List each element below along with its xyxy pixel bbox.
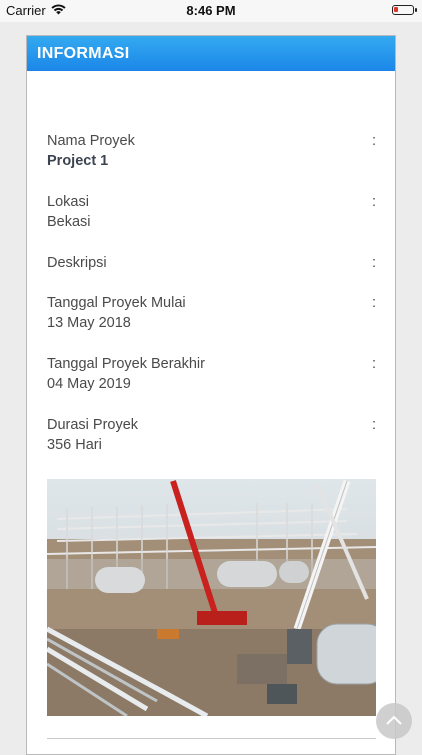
field-location: Lokasi : Bekasi [47,192,377,233]
field-colon: : [371,417,376,433]
battery-level [394,7,398,12]
field-start-date: Tanggal Proyek Mulai : 13 May 2018 [47,293,377,334]
info-card: INFORMASI Nama Proyek : Project 1 Lokasi… [26,35,396,755]
card-header: INFORMASI [27,36,395,71]
project-photo [47,479,376,716]
field-value: 13 May 2018 [47,315,131,331]
field-colon: : [371,133,376,149]
field-value: Bekasi [47,214,91,230]
field-end-date: Tanggal Proyek Berakhir : 04 May 2019 [47,354,377,395]
field-value: Project 1 [47,153,109,169]
field-duration: Durasi Proyek : 356 Hari [47,415,377,456]
field-label: Tanggal Proyek Mulai [47,295,186,311]
scroll-to-top-button[interactable] [376,703,412,739]
status-bar: Carrier 8:46 PM [0,0,422,22]
field-label: Tanggal Proyek Berakhir [47,356,205,372]
info-fields: Nama Proyek : Project 1 Lokasi : Bekasi … [47,131,377,476]
field-project-name: Nama Proyek : Project 1 [47,131,377,172]
field-description: Deskripsi : [47,253,377,273]
status-time: 8:46 PM [186,3,236,18]
chevron-up-icon [386,712,402,730]
field-colon: : [371,194,376,210]
field-label: Nama Proyek [47,133,135,149]
field-label: Deskripsi [47,255,107,271]
field-label: Lokasi [47,194,89,210]
field-colon: : [371,295,376,311]
field-value: 356 Hari [47,437,102,453]
field-colon: : [371,356,376,372]
field-value: 04 May 2019 [47,376,131,392]
battery-icon [392,5,417,15]
divider [47,738,376,739]
field-colon: : [371,255,376,271]
field-label: Durasi Proyek [47,417,139,433]
